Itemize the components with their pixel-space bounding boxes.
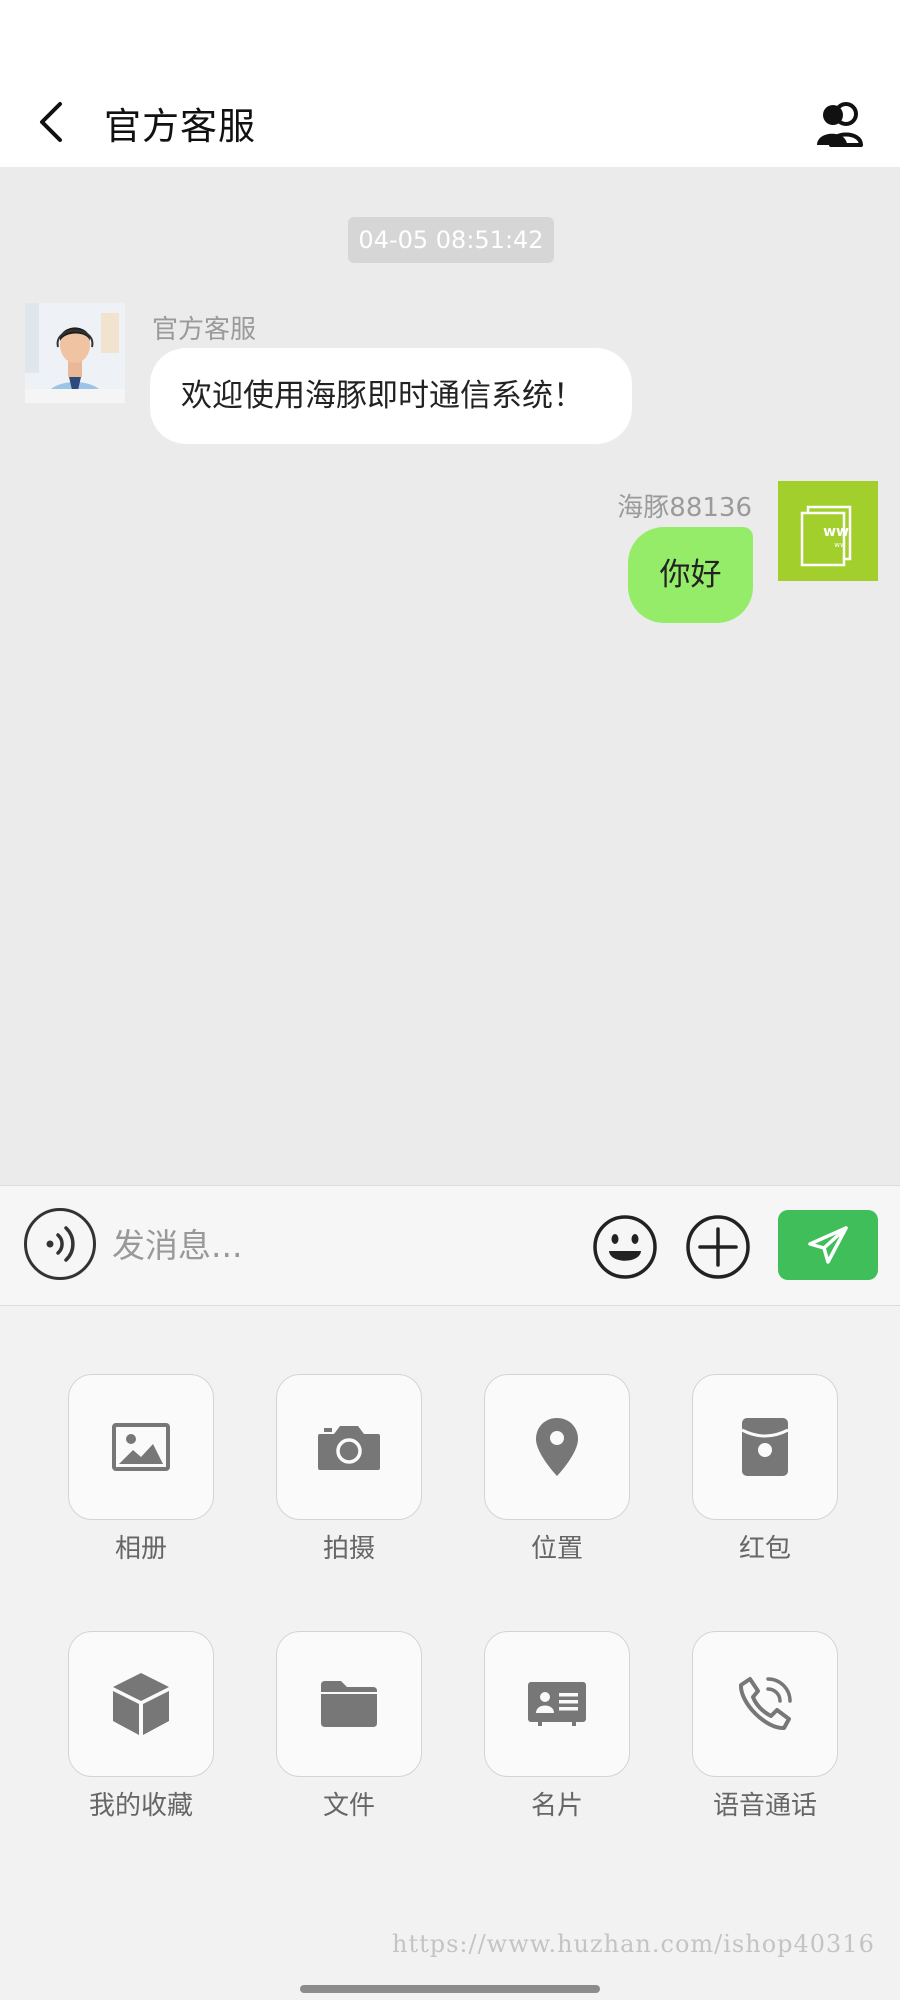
tool-camera[interactable]: 拍摄 (276, 1374, 422, 1564)
send-icon (808, 1226, 848, 1264)
tool-file-tile[interactable] (276, 1631, 422, 1777)
tool-label: 红包 (738, 1534, 791, 1564)
page-title: 官方客服 (104, 105, 256, 148)
chat-header: 官方客服 (0, 70, 900, 167)
message-timestamp: 04-05 08:51:42 (348, 217, 554, 263)
chevron-left-icon (40, 102, 62, 142)
voice-icon (46, 1226, 75, 1262)
tool-location-tile[interactable] (484, 1374, 630, 1520)
tool-camera-tile[interactable] (276, 1374, 422, 1520)
outgoing-message-bubble[interactable]: 你好 (628, 527, 753, 623)
smiley-icon (593, 1215, 657, 1279)
tool-favorites-tile[interactable] (68, 1631, 214, 1777)
tool-contact-card-tile[interactable] (484, 1631, 630, 1777)
tool-file[interactable]: 文件 (276, 1631, 422, 1821)
tool-label: 相册 (114, 1534, 167, 1564)
back-button[interactable] (20, 90, 84, 154)
red-packet-icon (741, 1418, 789, 1476)
watermark-url: https://www.huzhan.com/ishop40316 (392, 1930, 875, 1958)
svg-text:ww: ww (823, 524, 849, 540)
agent-avatar[interactable] (25, 303, 125, 403)
tool-contact-card[interactable]: 名片 (484, 1631, 630, 1821)
phone-call-icon (738, 1677, 792, 1731)
tool-location[interactable]: 位置 (484, 1374, 630, 1564)
tool-red-packet[interactable]: 红包 (692, 1374, 838, 1564)
tool-label: 语音通话 (712, 1791, 817, 1821)
tool-label: 拍摄 (322, 1534, 375, 1564)
user-avatar[interactable]: ww ww (778, 481, 878, 581)
tool-album-tile[interactable] (68, 1374, 214, 1520)
send-button[interactable] (778, 1210, 878, 1280)
chat-message-area[interactable]: 04-05 08:51:42 官方客服 欢迎使用海豚即时通信系统！ 海豚8813… (0, 167, 900, 1185)
tool-red-packet-tile[interactable] (692, 1374, 838, 1520)
camera-icon (318, 1426, 380, 1470)
message-input-bar (0, 1185, 900, 1306)
svg-text:ww: ww (834, 541, 846, 549)
message-input[interactable] (112, 1210, 572, 1280)
voice-input-button[interactable] (24, 1208, 96, 1280)
group-members-button[interactable] (808, 92, 872, 156)
emoji-button[interactable] (592, 1214, 658, 1280)
image-icon (112, 1423, 170, 1471)
folder-icon (321, 1681, 377, 1727)
home-indicator[interactable] (300, 1985, 600, 1993)
tool-album[interactable]: 相册 (68, 1374, 214, 1564)
tool-favorites[interactable]: 我的收藏 (68, 1631, 214, 1821)
tool-label: 位置 (530, 1534, 583, 1564)
plus-circle-icon (686, 1215, 750, 1279)
sender-name: 海豚88136 (617, 493, 752, 523)
attachment-panel: 相册 拍摄 位置 红包 我的收藏 文件 名片 语音通话 (0, 1306, 900, 2000)
users-icon (817, 102, 863, 147)
status-bar (0, 0, 900, 70)
cube-icon (113, 1673, 169, 1735)
contact-card-icon (528, 1682, 586, 1726)
incoming-message-bubble[interactable]: 欢迎使用海豚即时通信系统！ (150, 348, 632, 444)
tool-label: 文件 (322, 1791, 375, 1821)
more-actions-button[interactable] (685, 1214, 751, 1280)
location-pin-icon (536, 1418, 578, 1476)
tool-label: 名片 (530, 1791, 583, 1821)
tool-voice-call[interactable]: 语音通话 (692, 1631, 838, 1821)
tool-label: 我的收藏 (88, 1791, 193, 1821)
tool-voice-call-tile[interactable] (692, 1631, 838, 1777)
sender-name: 官方客服 (152, 315, 257, 345)
